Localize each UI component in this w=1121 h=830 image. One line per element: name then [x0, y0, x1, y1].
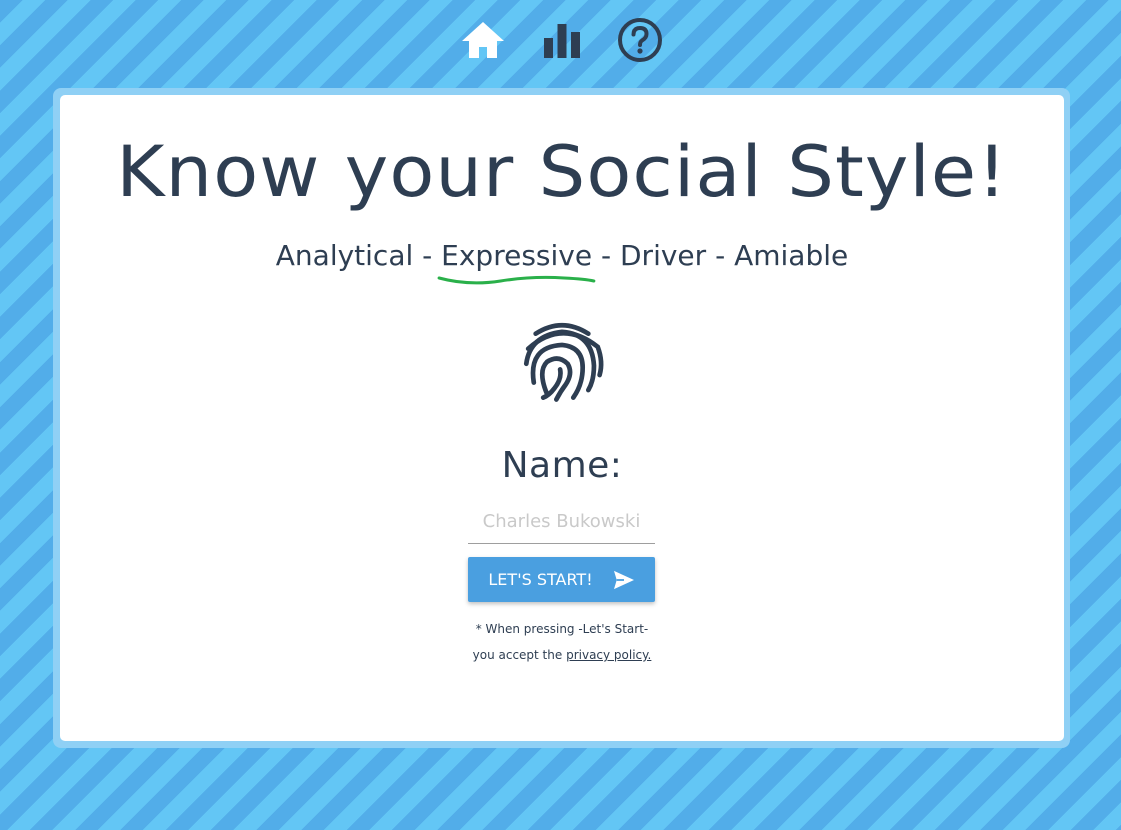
social-styles-list: Analytical - Expressive - Driver - Amiab… — [60, 239, 1064, 285]
style-driver: Driver — [620, 239, 707, 272]
home-icon[interactable] — [459, 16, 507, 64]
top-nav — [0, 16, 1121, 64]
send-icon — [613, 570, 634, 589]
consent-prefix: you accept the — [472, 648, 567, 662]
consent-line-1: * When pressing -Let's Start- — [475, 622, 649, 636]
consent-line-2: you accept the privacy policy. — [60, 642, 1064, 668]
bar-chart-icon[interactable] — [538, 16, 586, 64]
start-button-label: LET'S START! — [488, 570, 593, 589]
consent-note: * When pressing -Let's Start- you accept… — [60, 616, 1064, 668]
separator: - — [413, 239, 442, 272]
fingerprint-icon — [523, 322, 604, 402]
style-analytical: Analytical — [275, 239, 414, 272]
style-amiable: Amiable — [734, 239, 849, 272]
separator: - — [592, 239, 620, 272]
style-expressive-label: Expressive — [441, 239, 593, 272]
style-expressive: Expressive — [437, 239, 596, 285]
start-button[interactable]: LET'S START! — [468, 557, 655, 602]
separator: - — [706, 239, 735, 272]
name-label: Name: — [501, 445, 623, 486]
highlight-underline — [437, 275, 596, 285]
name-input[interactable] — [468, 500, 655, 544]
main-card: Know your Social Style! Analytical - Exp… — [60, 95, 1064, 741]
page-title: Know your Social Style! — [116, 131, 1008, 213]
privacy-policy-link[interactable]: privacy policy. — [566, 648, 651, 662]
help-circle-icon[interactable] — [616, 16, 664, 64]
